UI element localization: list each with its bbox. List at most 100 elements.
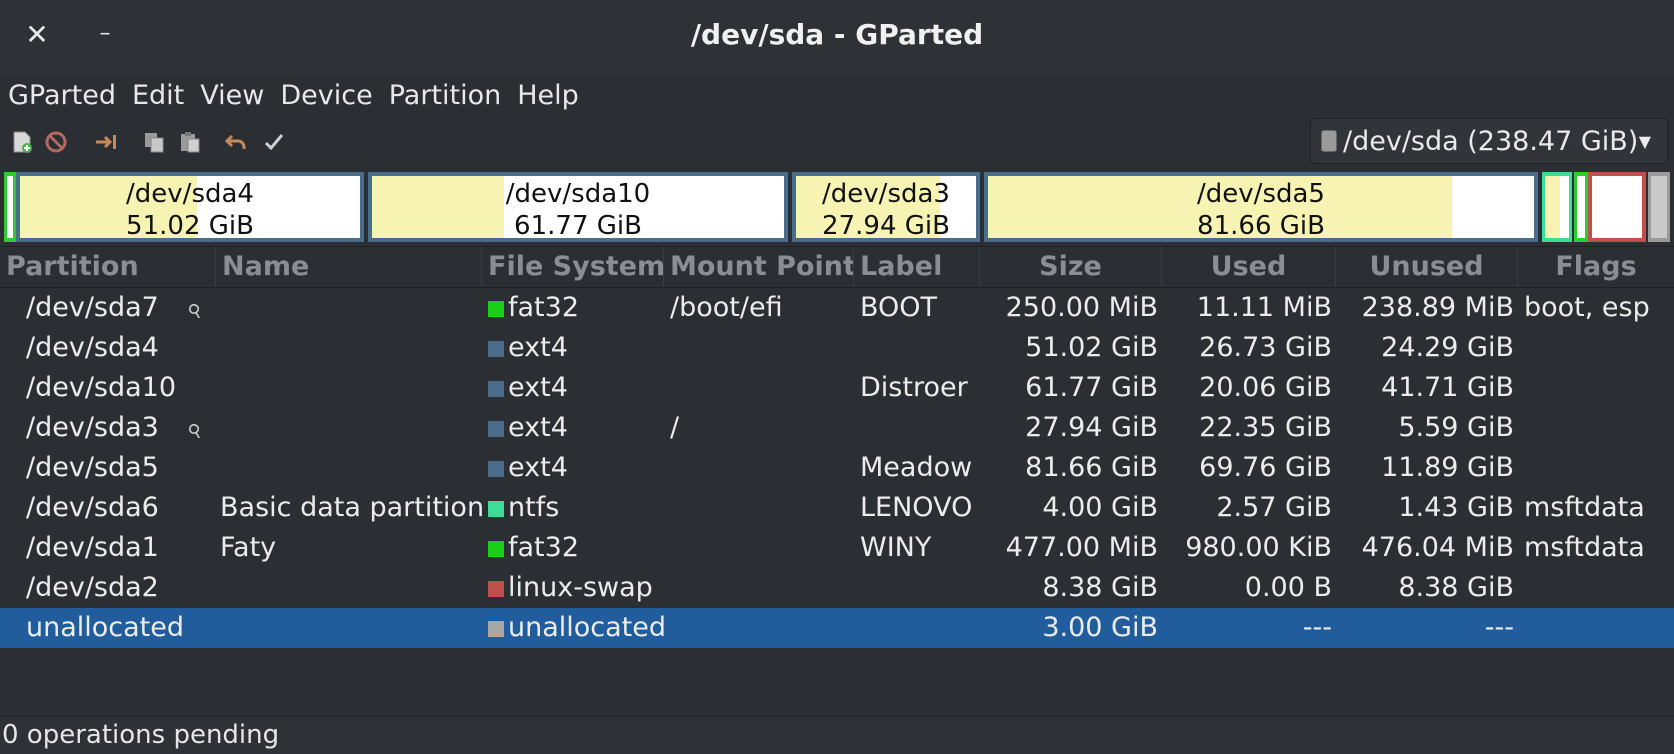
filesystem-name: ntfs <box>508 492 560 523</box>
disk-segment-sda10[interactable]: /dev/sda10 61.77 GiB <box>368 172 788 242</box>
cell-flags <box>1524 368 1674 408</box>
cell-mount <box>670 568 850 608</box>
cell-flags: boot, esp <box>1524 292 1650 323</box>
cell-unused: 24.29 GiB <box>1381 332 1514 363</box>
col-mount-point[interactable]: Mount Point <box>664 247 854 287</box>
filesystem-color-swatch <box>488 501 504 517</box>
disk-segment-sda1[interactable] <box>1574 172 1588 242</box>
cell-unused: 476.04 MiB <box>1361 532 1514 563</box>
chevron-down-icon: ▼ <box>1638 131 1651 151</box>
cell-name <box>220 608 482 648</box>
table-row[interactable]: /dev/sda4 51.02 GiB 26.73 GiB 24.29 GiB ext4 <box>0 328 1674 368</box>
cell-name <box>220 448 482 488</box>
paste-icon[interactable] <box>178 130 202 154</box>
cell-mount <box>670 488 850 528</box>
col-used[interactable]: Used <box>1162 247 1336 287</box>
filesystem-name: ext4 <box>508 412 568 443</box>
resize-move-icon[interactable] <box>94 130 118 154</box>
cell-filesystem: ext4 <box>488 328 664 368</box>
menu-view[interactable]: View <box>192 80 272 111</box>
filesystem-name: ext4 <box>508 332 568 363</box>
cell-size: 4.00 GiB <box>1042 492 1158 523</box>
table-row[interactable]: /dev/sda2 8.38 GiB 0.00 B 8.38 GiB linux-swa… <box>0 568 1674 608</box>
apply-icon[interactable] <box>262 130 286 154</box>
col-unused[interactable]: Unused <box>1336 247 1518 287</box>
menu-device[interactable]: Device <box>272 80 380 111</box>
filesystem-color-swatch <box>488 301 504 317</box>
cell-size: 250.00 MiB <box>1005 292 1158 323</box>
device-selector[interactable]: /dev/sda (238.47 GiB) ▼ <box>1310 118 1668 164</box>
undo-icon[interactable] <box>224 130 248 154</box>
col-size[interactable]: Size <box>980 247 1162 287</box>
table-row[interactable]: /dev/sda7/boot/efi BOOT 250.00 MiB 11.11 Mi… <box>0 288 1674 328</box>
menu-gparted[interactable]: GParted <box>0 80 124 111</box>
filesystem-name: ext4 <box>508 452 568 483</box>
cell-label <box>860 408 980 448</box>
filesystem-name: fat32 <box>508 292 579 323</box>
cell-unused: 41.71 GiB <box>1381 372 1514 403</box>
new-icon[interactable] <box>10 130 34 154</box>
cell-filesystem: fat32 <box>488 288 664 328</box>
window-titlebar: ✕ – /dev/sda - GParted <box>0 0 1674 75</box>
cell-flags <box>1524 408 1674 448</box>
filesystem-name: fat32 <box>508 532 579 563</box>
disk-segment-sda4[interactable]: /dev/sda4 51.02 GiB <box>16 172 364 242</box>
delete-icon[interactable] <box>44 130 68 154</box>
table-row[interactable]: /dev/sda5 Meadow 81.66 GiB 69.76 GiB 11.89 G… <box>0 448 1674 488</box>
table-row[interactable]: unallocated 3.00 GiB --- --- unallocated <box>0 608 1674 648</box>
cell-used: 2.57 GiB <box>1216 492 1332 523</box>
window-title: /dev/sda - GParted <box>690 18 984 51</box>
cell-mount <box>670 608 850 648</box>
cell-used: 11.11 MiB <box>1196 292 1332 323</box>
cell-flags: msftdata <box>1524 532 1645 563</box>
col-label[interactable]: Label <box>854 247 980 287</box>
partition-table: Partition Name File System Mount Point L… <box>0 246 1674 717</box>
col-flags[interactable]: Flags <box>1518 247 1674 287</box>
cell-label: Distroer <box>860 372 968 403</box>
cell-mount <box>670 368 850 408</box>
harddisk-icon <box>1321 130 1337 152</box>
cell-name <box>220 288 482 328</box>
col-partition[interactable]: Partition <box>0 247 216 287</box>
table-header: Partition Name File System Mount Point L… <box>0 247 1674 288</box>
copy-icon[interactable] <box>142 130 166 154</box>
status-bar: 0 operations pending <box>0 716 1674 754</box>
cell-flags <box>1524 608 1674 648</box>
cell-filesystem: ext4 <box>488 448 664 488</box>
col-filesystem[interactable]: File System <box>482 247 664 287</box>
filesystem-color-swatch <box>488 461 504 477</box>
col-name[interactable]: Name <box>216 247 482 287</box>
cell-mount: / <box>670 412 680 443</box>
menu-partition[interactable]: Partition <box>381 80 510 111</box>
cell-filesystem: fat32 <box>488 528 664 568</box>
cell-partition: /dev/sda5 <box>26 452 159 483</box>
cell-used: 26.73 GiB <box>1199 332 1332 363</box>
table-row[interactable]: /dev/sda1 Faty WINY 477.00 MiB 980.00 KiB 476… <box>0 528 1674 568</box>
cell-size: 81.66 GiB <box>1025 452 1158 483</box>
menu-edit[interactable]: Edit <box>124 80 192 111</box>
table-row[interactable]: /dev/sda3/27.94 GiB 22.35 GiB 5.59 GiB ⚲ ext… <box>0 408 1674 448</box>
segment-name: /dev/sda3 <box>822 179 950 209</box>
cell-partition: /dev/sda3 <box>26 412 159 443</box>
cell-mount <box>670 448 850 488</box>
table-row[interactable]: /dev/sda10 Distroer 61.77 GiB 20.06 GiB 41.7… <box>0 368 1674 408</box>
cell-filesystem: unallocated <box>488 608 664 648</box>
menu-help[interactable]: Help <box>509 80 587 111</box>
menubar: GParted Edit View Device Partition Help <box>0 74 1674 116</box>
disk-segment-sda3[interactable]: /dev/sda3 27.94 GiB <box>792 172 980 242</box>
cell-filesystem: ext4 <box>488 368 664 408</box>
cell-size: 27.94 GiB <box>1025 412 1158 443</box>
disk-segment-sda7[interactable] <box>4 172 16 242</box>
disk-segment-sda5[interactable]: /dev/sda5 81.66 GiB <box>984 172 1538 242</box>
disk-segment-unallocated[interactable] <box>1648 172 1670 242</box>
cell-label: Meadow <box>860 452 973 483</box>
filesystem-color-swatch <box>488 381 504 397</box>
table-row[interactable]: /dev/sda6 Basic data partition LENOVO 4.00 … <box>0 488 1674 528</box>
segment-size: 51.02 GiB <box>126 211 254 238</box>
disk-segment-sda6[interactable] <box>1542 172 1572 242</box>
cell-used: 22.35 GiB <box>1199 412 1332 443</box>
cell-used: --- <box>1302 612 1332 643</box>
cell-flags <box>1524 568 1674 608</box>
cell-label: BOOT <box>860 292 938 323</box>
disk-segment-sda2[interactable] <box>1588 172 1646 242</box>
